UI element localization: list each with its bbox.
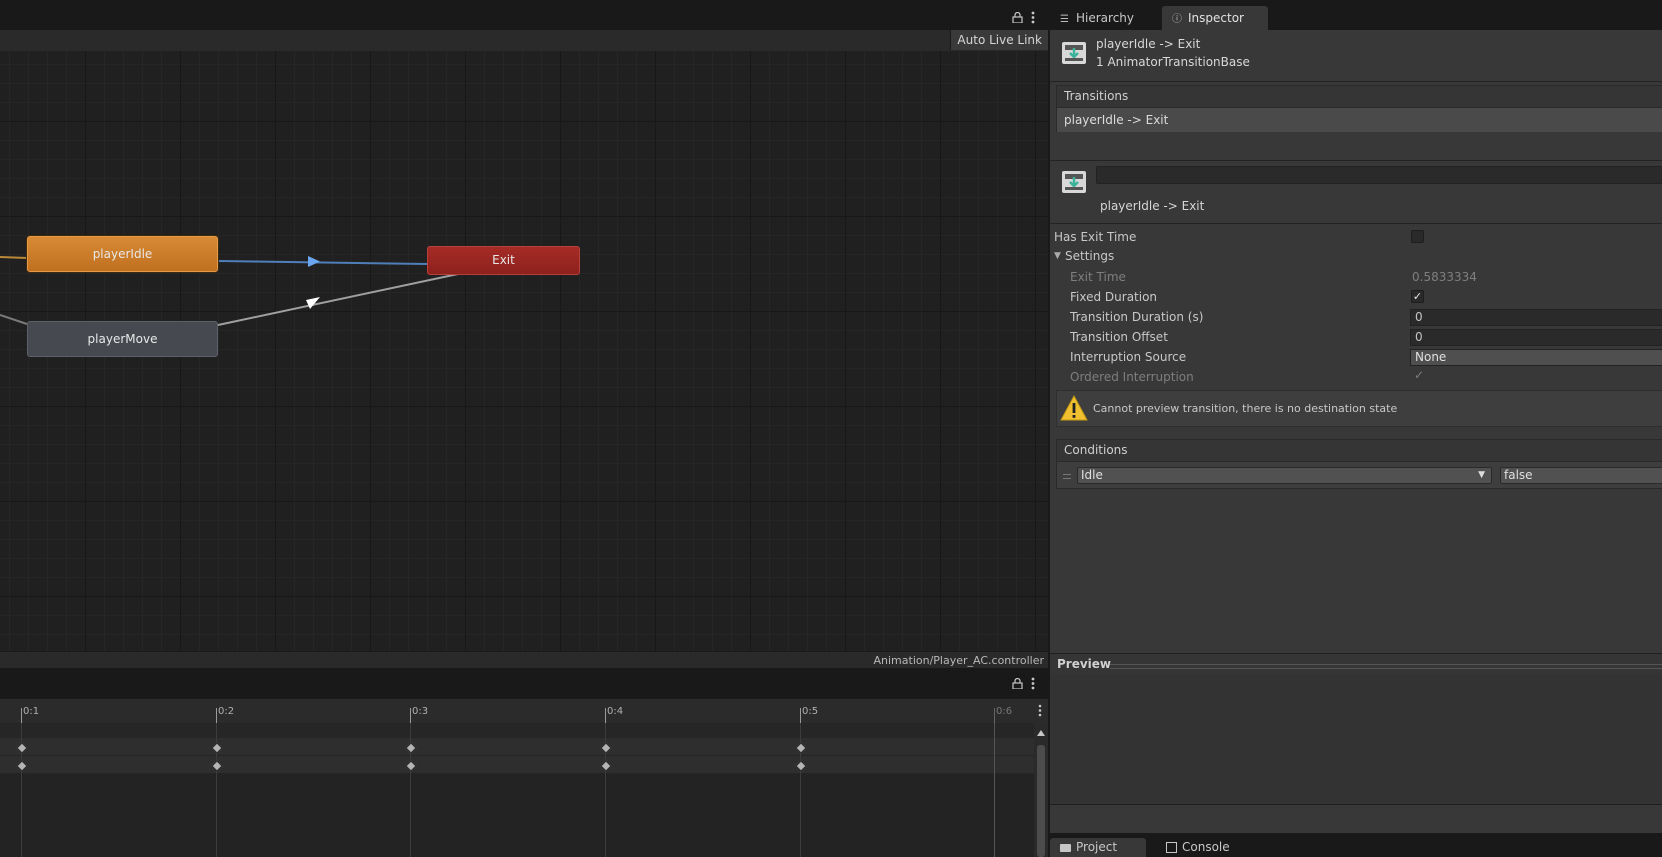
conditions-header: Conditions [1057,440,1662,462]
scrollbar-thumb[interactable] [1037,745,1045,857]
transition-offset-input[interactable]: 0 [1410,329,1662,346]
bottom-tab-bar: Project Console [1050,833,1662,857]
auto-live-link-button[interactable]: Auto Live Link [950,30,1048,50]
condition-row[interactable]: Idle ▼ false [1057,462,1662,489]
preview-drag-handle[interactable] [1110,664,1662,669]
folder-icon [1060,843,1071,852]
transition-idle-to-exit[interactable] [217,260,429,265]
fixed-duration-checkbox[interactable]: ✓ [1411,290,1424,303]
timeline-menu-icon[interactable] [1038,704,1042,717]
exit-time-value: 0.5833334 [1412,270,1477,284]
transition-duration-label: Transition Duration (s) [1070,310,1204,324]
transition-duration-input[interactable]: 0 [1410,309,1662,326]
ordered-interruption-label: Ordered Interruption [1070,370,1194,384]
has-exit-time-checkbox[interactable] [1411,230,1424,243]
transition-arrow-head[interactable] [308,256,320,267]
warning-box: Cannot preview transition, there is no d… [1056,390,1662,427]
tab-inspector[interactable]: ⓘ Inspector [1162,6,1268,30]
tab-label: Project [1076,840,1118,854]
conditions-list: Conditions Idle ▼ false [1056,439,1662,489]
warning-message: Cannot preview transition, there is no d… [1093,402,1398,415]
transitions-header: Transitions [1057,86,1662,108]
has-exit-time-label: Has Exit Time [1054,230,1137,244]
tab-label: Inspector [1188,11,1244,25]
inspector-subtitle: 1 AnimatorTransitionBase [1096,55,1250,69]
condition-parameter-value: Idle [1081,468,1103,482]
tick-label: 0:1 [23,706,40,717]
timeline-scrollbar[interactable] [1034,723,1048,857]
state-node-playeridle[interactable]: playerIdle [27,236,218,272]
animator-toolbar [0,30,1048,52]
lock-icon[interactable] [1012,12,1023,23]
incoming-transition-line [0,256,28,259]
tab-hierarchy[interactable]: ☰ Hierarchy [1050,6,1144,30]
transition-offset-label: Transition Offset [1070,330,1168,344]
fixed-duration-label: Fixed Duration [1070,290,1158,304]
timeline-tab-bar [0,668,1048,699]
lock-icon[interactable] [1012,678,1023,689]
tick-label: 0:6 [996,706,1013,717]
inspector-tab-bar: ☰ Hierarchy ⓘ Inspector [1050,0,1662,30]
controller-path: Animation/Player_AC.controller [873,654,1045,667]
exit-time-label: Exit Time [1070,270,1126,284]
warning-icon [1060,394,1088,421]
kebab-menu-icon[interactable] [1031,677,1035,690]
interruption-source-dropdown[interactable]: None [1410,349,1662,366]
timeline-window: 0:1 0:2 0:3 0:4 0:5 0:6 [0,668,1048,857]
info-icon: ⓘ [1172,14,1182,25]
animator-tab-bar [0,0,1048,30]
kebab-menu-icon[interactable] [1031,11,1035,24]
list-icon: ☰ [1060,14,1069,25]
condition-value-dropdown[interactable]: false [1500,467,1662,484]
state-node-exit[interactable]: Exit [427,246,580,275]
condition-parameter-dropdown[interactable]: Idle ▼ [1077,467,1492,484]
transition-icon [1062,42,1086,64]
incoming-transition-line [0,314,28,325]
console-icon [1166,842,1177,853]
ordered-interruption-checkbox: ✓ [1414,368,1425,382]
animator-status-bar: Animation/Player_AC.controller [0,651,1048,669]
transition-name-label: playerIdle -> Exit [1100,199,1205,213]
tick-label: 0:5 [802,706,819,717]
tick-label: 0:3 [412,706,429,717]
chevron-down-icon: ▼ [1478,470,1485,480]
timeline-tracks[interactable] [0,723,1034,857]
transition-icon [1062,171,1086,193]
inspector-window: ☰ Hierarchy ⓘ Inspector playerIdle -> Exit… [1049,0,1662,857]
preview-title: Preview [1057,657,1112,671]
tick-label: 0:4 [607,706,624,717]
drag-handle-icon[interactable] [1063,474,1071,479]
interruption-source-label: Interruption Source [1070,350,1187,364]
transition-name-input[interactable] [1096,166,1662,184]
track-row [0,723,1034,739]
tab-console[interactable]: Console [1156,838,1240,857]
animator-window: Auto Live Link playerIdle playerMove Exi… [0,0,1048,669]
transition-move-to-exit[interactable] [217,273,459,326]
tab-project[interactable]: Project [1050,838,1146,857]
foldout-arrow-icon[interactable]: ▼ [1054,251,1061,261]
settings-foldout[interactable]: Settings [1065,249,1114,263]
inspector-title: playerIdle -> Exit [1096,37,1201,51]
preview-header[interactable]: Preview [1050,653,1662,675]
timeline-ruler[interactable]: 0:1 0:2 0:3 0:4 0:5 0:6 [0,699,1048,724]
tab-label: Console [1182,840,1230,854]
transition-list-item[interactable]: playerIdle -> Exit [1057,108,1662,132]
track-row[interactable] [0,738,1034,756]
scroll-up-icon[interactable] [1037,730,1045,736]
transitions-list: Transitions playerIdle -> Exit [1056,85,1662,132]
preview-area [1050,674,1662,805]
track-row[interactable] [0,756,1034,774]
tick-label: 0:2 [218,706,235,717]
state-machine-graph[interactable]: playerIdle playerMove Exit [0,51,1048,651]
tab-label: Hierarchy [1076,11,1135,25]
state-node-playermove[interactable]: playerMove [27,321,218,357]
